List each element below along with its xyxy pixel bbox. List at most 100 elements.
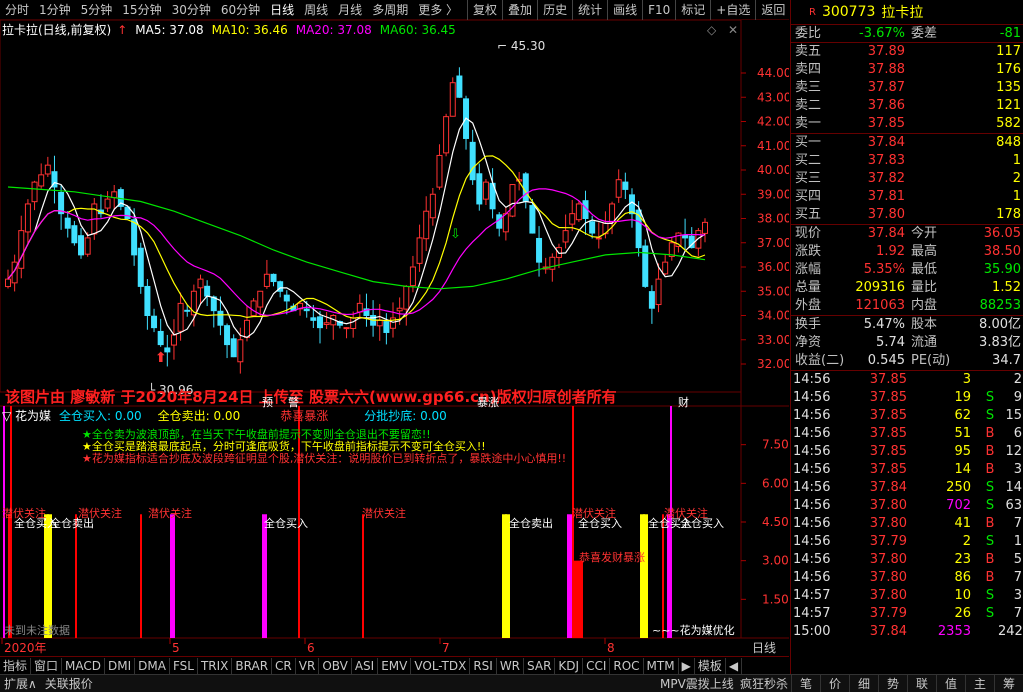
close-icon[interactable]: ✕ — [728, 23, 738, 37]
fin-label: PE(动) — [911, 353, 951, 368]
alert-marker: 预 — [262, 396, 273, 409]
weicha-value: -81 — [999, 26, 1021, 41]
period-tab-3[interactable]: 15分钟 — [117, 0, 166, 20]
indicator-tab-2[interactable]: MACD — [62, 657, 106, 674]
tick-side: S — [985, 408, 995, 423]
tool-button-0[interactable]: 复权 — [467, 0, 502, 20]
price-tick-label: 32.00 — [757, 357, 789, 371]
tick-price: 37.85 — [869, 408, 907, 423]
indicator-tab-21[interactable]: ▶ — [679, 657, 695, 674]
panel-tab-4[interactable]: 联 — [907, 675, 936, 692]
panel-tab-6[interactable]: 主 — [965, 675, 994, 692]
period-tab-4[interactable]: 30分钟 — [167, 0, 216, 20]
period-tab-2[interactable]: 5分钟 — [76, 0, 118, 20]
indicator-tab-5[interactable]: FSL — [170, 657, 198, 674]
fin-label: 股本 — [911, 317, 938, 332]
indicator-tab-19[interactable]: ROC — [610, 657, 644, 674]
indicator-tab-1[interactable]: 窗口 — [31, 657, 63, 674]
buys-level-0[interactable]: 买一 37.84 848 — [791, 134, 1023, 152]
candle-body — [270, 273, 277, 283]
flash-sale-button[interactable]: 疯狂秒杀 — [736, 675, 792, 692]
tick-count: 7 — [1013, 606, 1022, 621]
ma-legend-1: MA10: 36.46 — [212, 23, 288, 37]
alert-marker: 警 — [288, 395, 299, 409]
indicator-tab-23[interactable]: ◀ — [726, 657, 743, 674]
app-window: 分时 1分钟 5分钟 15分钟 30分钟 60分钟 日线 周线 月线 多周期 更多 〉复权 叠加 历史统… — [0, 0, 1023, 692]
period-tab-0[interactable]: 分时 — [0, 0, 34, 20]
sells-level-4[interactable]: 卖一 37.85 582 — [791, 115, 1023, 133]
buys-price: 37.83 — [867, 153, 905, 168]
period-tab-10[interactable]: 更多 〉 — [413, 0, 463, 20]
fin-label: 净资 — [795, 335, 822, 350]
tick-price: 37.85 — [869, 462, 907, 477]
tick-count: 2 — [1013, 372, 1022, 387]
indicator-tab-15[interactable]: WR — [497, 657, 525, 674]
panel-tab-3[interactable]: 势 — [878, 675, 907, 692]
period-tab-1[interactable]: 1分钟 — [34, 0, 76, 20]
candle-body — [144, 285, 151, 316]
indicator-bar — [3, 406, 5, 638]
period-tab-9[interactable]: 多周期 — [367, 0, 413, 20]
indicator-tab-18[interactable]: CCI — [583, 657, 611, 674]
buys-level-2[interactable]: 买三 37.82 2 — [791, 170, 1023, 188]
indicator-tab-11[interactable]: ASI — [352, 657, 379, 674]
tool-button-6[interactable]: 标记 — [675, 0, 710, 20]
panel-tab-0[interactable]: 笔 — [791, 675, 820, 692]
candle-body — [482, 181, 489, 200]
candle-body — [151, 315, 158, 329]
indicator-tab-6[interactable]: TRIX — [198, 657, 233, 674]
indicator-tab-0[interactable]: 指标 — [0, 657, 32, 674]
indicator-bar — [643, 514, 648, 638]
candle-body — [204, 285, 211, 297]
indicator-tab-14[interactable]: RSI — [470, 657, 497, 674]
indicator-tab-20[interactable]: MTM — [644, 657, 679, 674]
tool-button-2[interactable]: 历史 — [537, 0, 572, 20]
panel-tab-7[interactable]: 筹 — [994, 675, 1023, 692]
tool-button-1[interactable]: 叠加 — [502, 0, 537, 20]
indicator-tab-9[interactable]: VR — [296, 657, 320, 674]
candle-body — [376, 319, 383, 327]
buys-level-1[interactable]: 买二 37.83 1 — [791, 152, 1023, 170]
kline-chart[interactable]: 44.00 43.00 42.00 41.00 40.00 39.00 38.00 37.00… — [0, 20, 789, 658]
sells-level-3[interactable]: 卖二 37.86 121 — [791, 97, 1023, 115]
indicator-tab-10[interactable]: OBV — [319, 657, 352, 674]
indicator-tab-22[interactable]: 模板 — [695, 657, 726, 674]
sells-level-1[interactable]: 卖四 37.88 176 — [791, 61, 1023, 79]
expand-button[interactable]: 扩展∧ — [0, 675, 41, 692]
indicator-tab-7[interactable]: BRAR — [232, 657, 273, 674]
tick-time: 15:00 — [793, 624, 831, 639]
panel-tab-2[interactable]: 细 — [849, 675, 878, 692]
indicator-tab-12[interactable]: EMV — [378, 657, 412, 674]
buys-level-3[interactable]: 买四 37.81 1 — [791, 188, 1023, 206]
stat-value: 35.90 — [983, 262, 1021, 277]
stock-name: 拉卡拉 — [881, 5, 924, 21]
period-tab-5[interactable]: 60分钟 — [216, 0, 265, 20]
sells-level-2[interactable]: 卖三 37.87 135 — [791, 79, 1023, 97]
panel-tab-1[interactable]: 价 — [820, 675, 849, 692]
sells-level-0[interactable]: 卖五 37.89 117 — [791, 43, 1023, 61]
related-quote-button[interactable]: 关联报价 — [41, 675, 97, 692]
sell-arrow-icon: ⇩ — [450, 227, 461, 242]
indicator-tab-16[interactable]: SAR — [524, 657, 556, 674]
indicator-tab-4[interactable]: DMA — [135, 657, 170, 674]
chart-area[interactable]: 44.00 43.00 42.00 41.00 40.00 39.00 38.00 37.00… — [0, 20, 789, 658]
period-tab-7[interactable]: 周线 — [299, 0, 333, 20]
tool-button-5[interactable]: F10 — [642, 0, 675, 20]
tool-button-3[interactable]: 统计 — [572, 0, 607, 20]
candle-body — [343, 327, 350, 330]
indicator-tab-17[interactable]: KDJ — [555, 657, 584, 674]
indicator-tab-3[interactable]: DMI — [105, 657, 136, 674]
panel-tab-5[interactable]: 值 — [936, 675, 965, 692]
buys-label: 买四 — [795, 189, 822, 204]
indicator-tab-8[interactable]: CR — [272, 657, 296, 674]
price-tick-label: 35.00 — [757, 284, 789, 298]
mpv-button[interactable]: MPV震拨上线 — [656, 675, 738, 692]
buys-level-4[interactable]: 买五 37.80 178 — [791, 206, 1023, 224]
period-tab-6[interactable]: 日线 — [265, 0, 299, 20]
indicator-tab-13[interactable]: VOL-TDX — [411, 657, 471, 674]
period-tab-8[interactable]: 月线 — [333, 0, 367, 20]
tool-button-8[interactable]: 返回 — [755, 0, 790, 20]
tool-button-7[interactable]: +自选 — [710, 0, 755, 20]
settings-icon[interactable]: ◇ — [707, 23, 717, 37]
tool-button-4[interactable]: 画线 — [607, 0, 642, 20]
